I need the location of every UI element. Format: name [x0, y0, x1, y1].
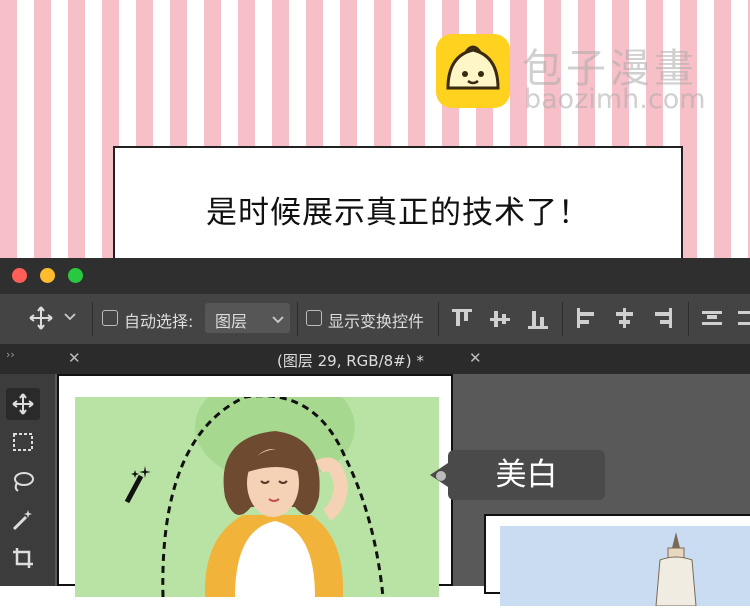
- second-document-canvas[interactable]: [484, 514, 750, 607]
- close-window-button[interactable]: [12, 268, 27, 283]
- move-tool-icon[interactable]: [28, 305, 54, 335]
- document-canvas[interactable]: [57, 372, 453, 598]
- align-vertical-centers-icon[interactable]: [490, 308, 512, 330]
- whitening-callout: 美白: [448, 450, 605, 500]
- auto-select-target-dropdown[interactable]: 图层: [205, 303, 290, 333]
- show-transform-controls-label: 显示变换控件: [328, 312, 425, 331]
- close-tab-icon[interactable]: ✕: [68, 349, 81, 367]
- divider: [438, 302, 439, 336]
- align-left-edges-icon[interactable]: [576, 308, 598, 330]
- tools-panel: [0, 374, 55, 586]
- marquee-tool-icon[interactable]: [6, 426, 40, 458]
- divider: [297, 302, 298, 336]
- distribute-top-edges-icon[interactable]: [702, 308, 724, 330]
- show-transform-controls-checkbox[interactable]: [306, 310, 322, 326]
- window-titlebar: [0, 258, 750, 294]
- tooltip-anchor-dot: [436, 471, 446, 481]
- crop-tool-icon[interactable]: [6, 542, 40, 574]
- tool-preset-chevron-down-icon[interactable]: [63, 308, 77, 327]
- divider: [562, 302, 563, 336]
- auto-select-label: 自动选择:: [124, 312, 194, 331]
- divider: [92, 302, 93, 336]
- move-tool-icon[interactable]: [6, 388, 40, 420]
- figure-illustration: [500, 526, 750, 607]
- align-top-edges-icon[interactable]: [452, 308, 474, 330]
- auto-select-checkbox[interactable]: [102, 310, 118, 326]
- callout-label: 美白: [495, 457, 558, 493]
- photoshop-window: 自动选择: 图层 显示变换控件 ›› ✕ (图层 29, RGB/8#) * ✕: [0, 258, 750, 607]
- tab-document[interactable]: (图层 29, RGB/8#) *: [277, 350, 424, 371]
- lasso-tool-icon[interactable]: [6, 466, 40, 498]
- caption-text: 是时候展示真正的技术了！: [206, 194, 590, 231]
- document-tab-bar: ›› ✕ (图层 29, RGB/8#) * ✕: [0, 344, 750, 374]
- watermark-domain: baozimh.com: [524, 84, 706, 115]
- magic-wand-tool-icon[interactable]: [6, 504, 40, 536]
- tool-options-bar: 自动选择: 图层 显示变换控件: [0, 294, 750, 345]
- chevron-down-icon: [271, 311, 285, 330]
- align-horizontal-centers-icon[interactable]: [614, 308, 636, 330]
- speech-caption: 是时候展示真正的技术了！: [113, 146, 683, 272]
- collapse-panels-icon[interactable]: ››: [6, 348, 15, 361]
- distribute-vertical-centers-icon[interactable]: [738, 308, 750, 330]
- watermark: 包子漫畫 baozimh.com: [436, 34, 736, 115]
- bun-logo-icon: [436, 34, 510, 108]
- close-tab-icon[interactable]: ✕: [469, 349, 482, 367]
- minimize-window-button[interactable]: [40, 268, 55, 283]
- maximize-window-button[interactable]: [68, 268, 83, 283]
- divider: [688, 302, 689, 336]
- magic-wand-cursor-icon: [123, 464, 153, 508]
- align-right-edges-icon[interactable]: [652, 308, 674, 330]
- auto-select-target-value: 图层: [215, 312, 248, 331]
- align-bottom-edges-icon[interactable]: [528, 308, 550, 330]
